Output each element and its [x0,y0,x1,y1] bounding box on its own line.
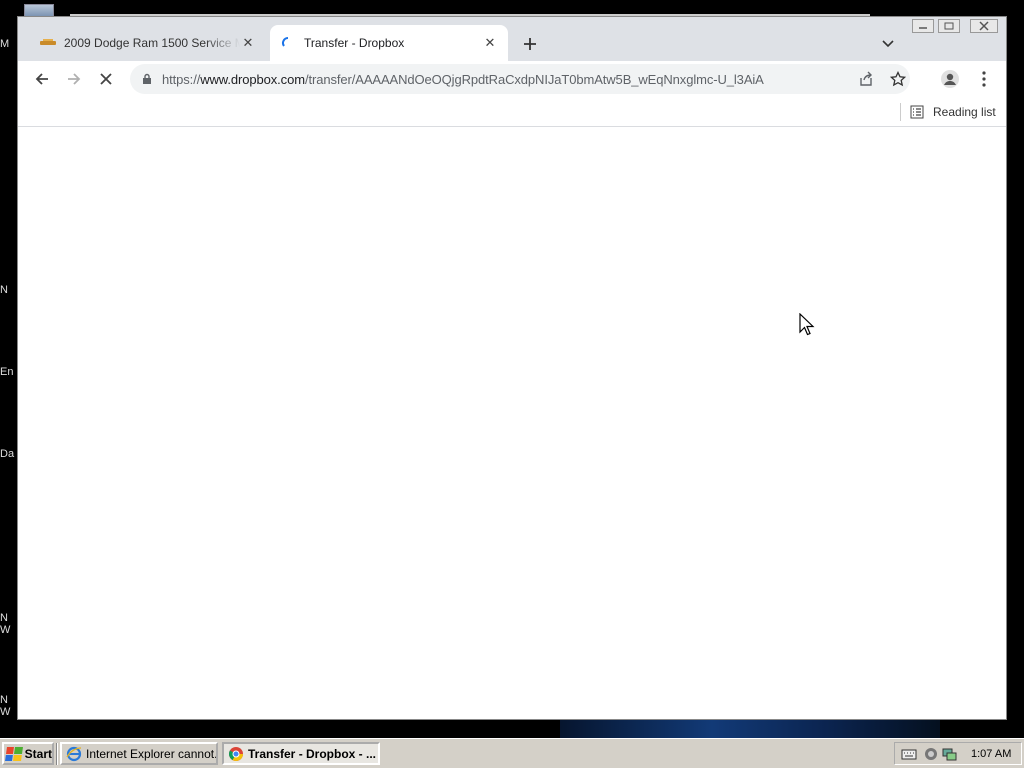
share-icon[interactable] [856,69,876,89]
maximize-button[interactable] [938,19,960,33]
bookmark-star-icon[interactable] [888,69,908,89]
url-scheme: https:// [162,71,201,87]
start-button[interactable]: Start [2,742,54,765]
close-tab-icon[interactable]: ✕ [482,35,498,51]
tab-search-chevron-down-icon[interactable] [878,34,898,54]
taskbar-item-transfer-dropbox[interactable]: Transfer - Dropbox - ... [222,742,380,765]
keyboard-icon[interactable] [901,746,917,762]
more-menu-icon[interactable] [970,65,998,93]
page-content[interactable] [18,128,1006,719]
desktop-icon-label[interactable]: N W [0,612,18,636]
browser-window: 2009 Dodge Ram 1500 Service Manual ✕ Tra… [17,16,1007,720]
desktop-icon-label[interactable]: Da [0,448,18,460]
desktop-icon-label[interactable]: N W [0,694,18,718]
loading-spinner-icon [280,35,296,51]
reading-list-icon [910,105,924,119]
start-label: Start [24,746,52,761]
network-icon[interactable] [941,746,957,762]
taskbar-item-label: Transfer - Dropbox - ... [248,746,377,761]
lock-icon[interactable] [140,72,154,86]
desktop-wallpaper [560,718,940,738]
mouse-pointer-icon [799,313,815,336]
bookmarks-bar: Reading list [18,97,1006,127]
tab-strip: 2009 Dodge Ram 1500 Service Manual ✕ Tra… [18,17,1006,61]
back-button[interactable] [28,65,56,93]
tab-transfer-dropbox[interactable]: Transfer - Dropbox ✕ [270,25,508,61]
forward-button[interactable] [60,65,88,93]
clock[interactable]: 1:07 AM [971,748,1011,760]
page-favicon-icon [40,35,56,51]
taskbar: Start Internet Explorer cannot... Transf… [0,738,1024,768]
bookmarks-separator [900,103,901,121]
address-bar[interactable]: https://www.dropbox.com/transfer/AAAAANd… [130,64,910,94]
desktop-icon-label[interactable]: En [0,366,18,378]
security-shield-icon[interactable] [923,746,939,762]
url-path: /transfer/AAAAANdOeOQjgRpdtRaCxdpNIJaT0b… [304,71,764,87]
stop-loading-button[interactable] [92,65,120,93]
minimize-button[interactable] [912,19,934,33]
desktop-icon-label[interactable]: M [0,38,18,50]
tab-service-manual[interactable]: 2009 Dodge Ram 1500 Service Manual ✕ [30,25,266,61]
url-text[interactable]: https://www.dropbox.com/transfer/AAAAANd… [162,72,852,87]
close-tab-icon[interactable]: ✕ [240,35,256,51]
close-window-button[interactable] [970,19,998,33]
taskbar-item-internet-explorer[interactable]: Internet Explorer cannot... [60,742,218,765]
tab-title: Transfer - Dropbox [304,36,405,50]
windows-logo-icon [5,746,23,761]
internet-explorer-icon [66,746,82,762]
url-host: www.dropbox.com [200,71,305,87]
desktop-icon-label[interactable]: N [0,284,18,296]
system-tray: 1:07 AM [894,742,1022,765]
tab-title: 2009 Dodge Ram 1500 Service Manual [64,36,240,50]
reading-list-button[interactable]: Reading list [910,103,996,121]
browser-toolbar: https://www.dropbox.com/transfer/AAAAANd… [18,61,1006,97]
new-tab-button[interactable] [518,32,542,56]
profile-avatar-icon[interactable] [936,65,964,93]
reading-list-label: Reading list [933,105,996,119]
taskbar-item-label: Internet Explorer cannot... [86,746,218,761]
taskbar-separator [56,743,58,765]
chrome-icon [228,746,244,762]
